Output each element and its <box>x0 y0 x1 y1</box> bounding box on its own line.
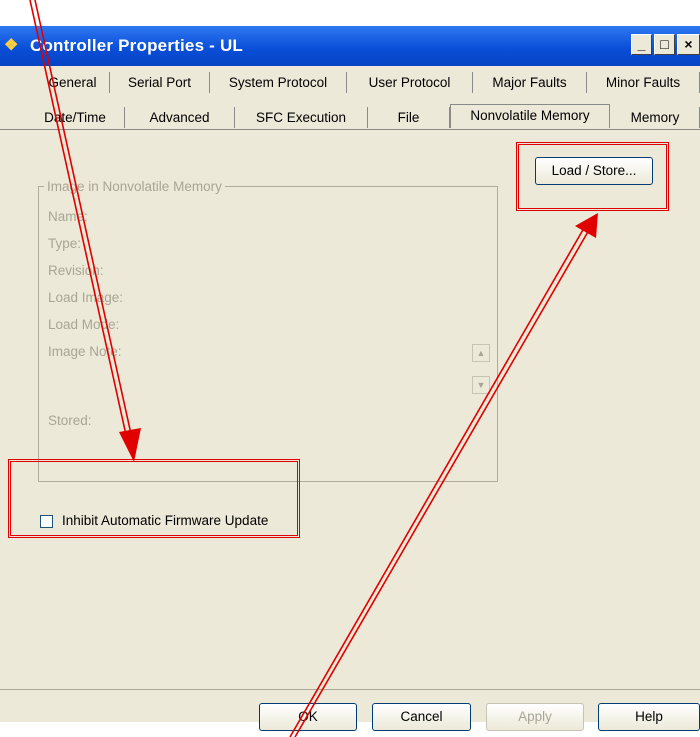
tab-minor-faults[interactable]: Minor Faults <box>587 72 700 93</box>
scroll-up-button[interactable]: ▲ <box>472 344 490 362</box>
ok-button[interactable]: OK <box>259 703 357 731</box>
name-label: Name: <box>48 209 88 224</box>
tab-nonvolatile-memory[interactable]: Nonvolatile Memory <box>450 104 610 128</box>
controller-app-icon: ❖ <box>4 37 19 54</box>
tab-serial-port[interactable]: Serial Port <box>110 72 210 93</box>
footer-divider <box>0 689 700 690</box>
tab-system-protocol[interactable]: System Protocol <box>210 72 347 93</box>
minimize-button[interactable]: _ <box>631 34 652 55</box>
tab-sfc-execution[interactable]: SFC Execution <box>235 107 368 128</box>
window-title: Controller Properties - UL <box>30 36 244 55</box>
type-label: Type: <box>48 236 82 251</box>
image-nonvolatile-group <box>38 186 498 482</box>
tab-advanced[interactable]: Advanced <box>125 107 235 128</box>
revision-label: Revision: <box>48 263 104 278</box>
tab-user-protocol[interactable]: User Protocol <box>347 72 473 93</box>
tab-file[interactable]: File <box>368 107 450 128</box>
controller-properties-dialog: ❖ Controller Properties - UL _ □ × Gener… <box>0 26 700 731</box>
checkbox-highlight <box>8 459 300 538</box>
stored-label: Stored: <box>48 413 92 428</box>
cancel-button[interactable]: Cancel <box>372 703 471 731</box>
tab-major-faults[interactable]: Major Faults <box>473 72 587 93</box>
image-note-label: Image Note: <box>48 344 122 359</box>
load-image-label: Load Image: <box>48 290 124 305</box>
help-button[interactable]: Help <box>598 703 700 731</box>
group-legend: Image in Nonvolatile Memory <box>44 179 225 194</box>
tab-divider <box>0 129 700 130</box>
apply-button: Apply <box>486 703 584 731</box>
load-store-highlight <box>516 142 669 211</box>
load-mode-label: Load Mode: <box>48 317 120 332</box>
title-bar: ❖ Controller Properties - UL _ □ × <box>0 26 700 66</box>
tab-memory[interactable]: Memory <box>611 107 700 128</box>
close-button[interactable]: × <box>677 34 700 55</box>
maximize-button[interactable]: □ <box>654 34 675 55</box>
tab-date-time[interactable]: Date/Time <box>26 107 125 128</box>
tab-general[interactable]: General <box>36 72 110 93</box>
scroll-down-button[interactable]: ▼ <box>472 376 490 394</box>
